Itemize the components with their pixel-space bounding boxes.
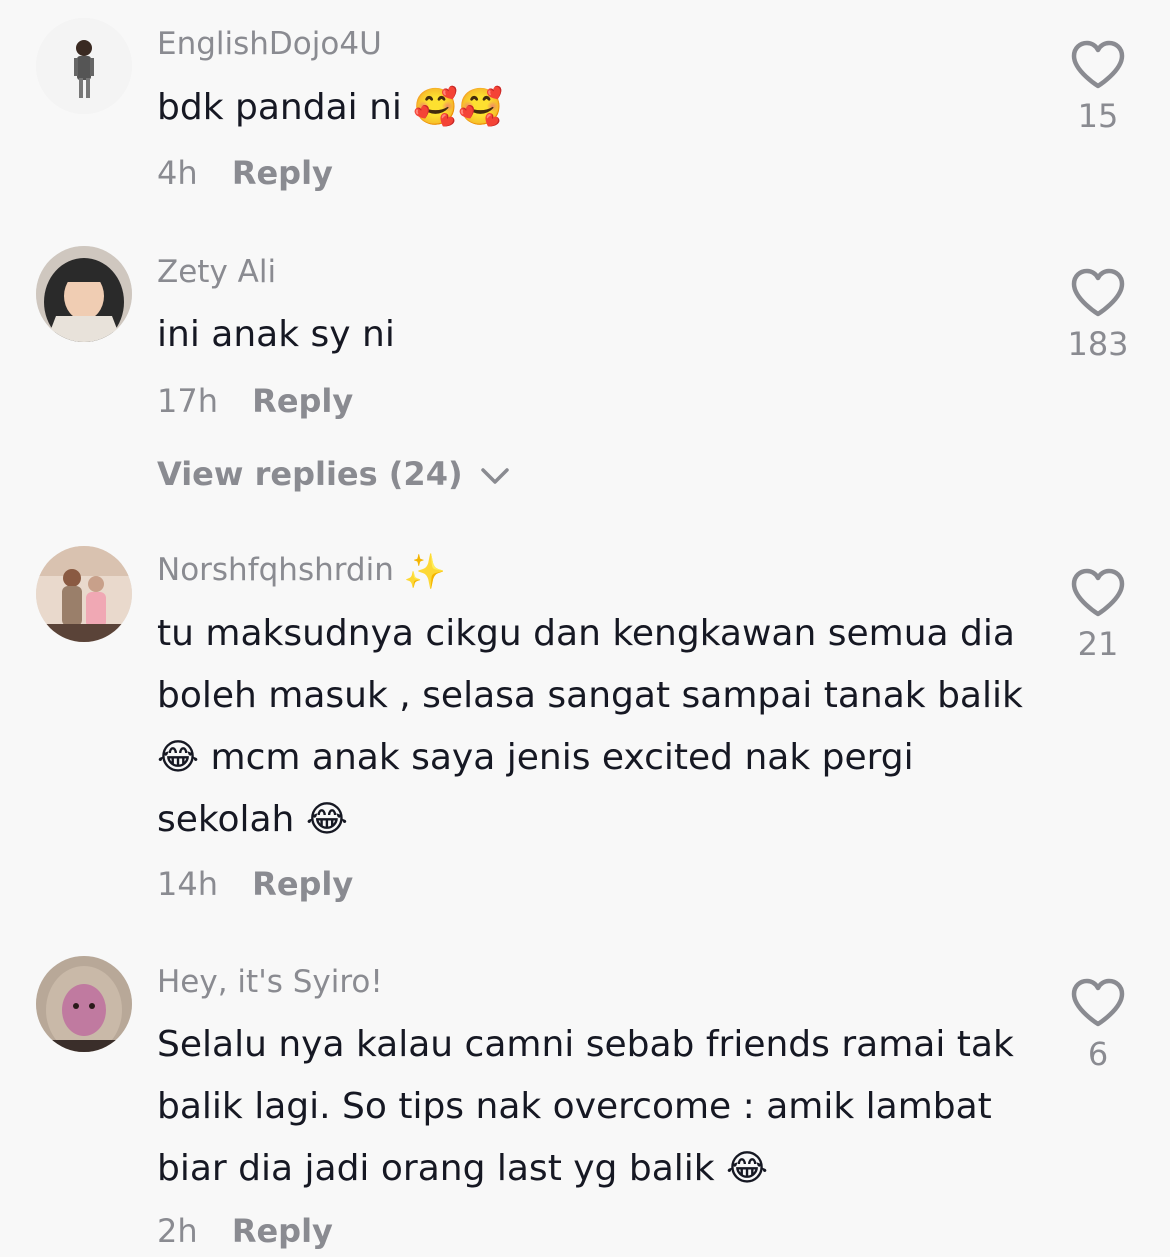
comment-meta: 4h Reply bbox=[157, 153, 333, 193]
reply-button[interactable]: Reply bbox=[252, 382, 353, 420]
comment-text: ini anak sy ni bbox=[157, 314, 395, 355]
heart-outline-icon[interactable] bbox=[1070, 268, 1126, 318]
comment-timestamp: 14h bbox=[157, 865, 218, 903]
chevron-down-icon bbox=[480, 468, 509, 484]
comment-username[interactable]: Norshfqhshrdin ✨ bbox=[157, 550, 446, 592]
avatar[interactable] bbox=[36, 18, 132, 114]
like-count: 183 bbox=[1067, 325, 1129, 363]
comment-text: tu maksudnya cikgu dan kengkawan semua d… bbox=[157, 613, 1023, 840]
comment-item: Hey, it's Syiro! Selalu nya kalau camni … bbox=[0, 940, 1170, 1257]
comment-username[interactable]: Zety Ali bbox=[157, 252, 276, 292]
avatar[interactable] bbox=[36, 956, 132, 1052]
view-replies-button[interactable]: View replies (24) bbox=[157, 454, 510, 494]
like-count: 15 bbox=[1077, 97, 1119, 135]
comment-timestamp: 4h bbox=[157, 154, 198, 192]
comment-meta: 14h Reply bbox=[157, 864, 353, 904]
avatar[interactable] bbox=[36, 546, 132, 642]
comment-timestamp: 17h bbox=[157, 382, 218, 420]
reply-button[interactable]: Reply bbox=[252, 865, 353, 903]
sparkles-icon: ✨ bbox=[403, 551, 447, 592]
like-button[interactable]: 21 bbox=[1058, 568, 1138, 664]
avatar[interactable] bbox=[36, 246, 132, 342]
view-replies-label: View replies (24) bbox=[157, 455, 463, 493]
username-label: Norshfqhshrdin bbox=[157, 552, 394, 588]
comment-username[interactable]: Hey, it's Syiro! bbox=[157, 962, 383, 1002]
like-button[interactable]: 15 bbox=[1058, 40, 1138, 136]
like-button[interactable]: 183 bbox=[1058, 268, 1138, 364]
heart-outline-icon[interactable] bbox=[1070, 568, 1126, 618]
reply-button[interactable]: Reply bbox=[232, 154, 333, 192]
comment-item: EnglishDojo4U bdk pandai ni 🥰🥰 4h Reply … bbox=[0, 0, 1170, 220]
comment-meta: 17h Reply bbox=[157, 381, 353, 421]
comment-meta: 2h Reply bbox=[157, 1211, 333, 1251]
comment-timestamp: 2h bbox=[157, 1212, 198, 1250]
like-count: 6 bbox=[1087, 1035, 1109, 1073]
heart-outline-icon[interactable] bbox=[1070, 978, 1126, 1028]
like-button[interactable]: 6 bbox=[1058, 978, 1138, 1074]
comment-item: Zety Ali ini anak sy ni 17h Reply View r… bbox=[0, 230, 1170, 510]
comment-text: bdk pandai ni 🥰🥰 bbox=[157, 87, 503, 128]
comment-username[interactable]: EnglishDojo4U bbox=[157, 24, 382, 64]
heart-outline-icon[interactable] bbox=[1070, 40, 1126, 90]
comment-item: Norshfqhshrdin ✨ tu maksudnya cikgu dan … bbox=[0, 530, 1170, 930]
like-count: 21 bbox=[1077, 625, 1119, 663]
comment-text: Selalu nya kalau camni sebab friends ram… bbox=[157, 1024, 1014, 1189]
reply-button[interactable]: Reply bbox=[232, 1212, 333, 1250]
